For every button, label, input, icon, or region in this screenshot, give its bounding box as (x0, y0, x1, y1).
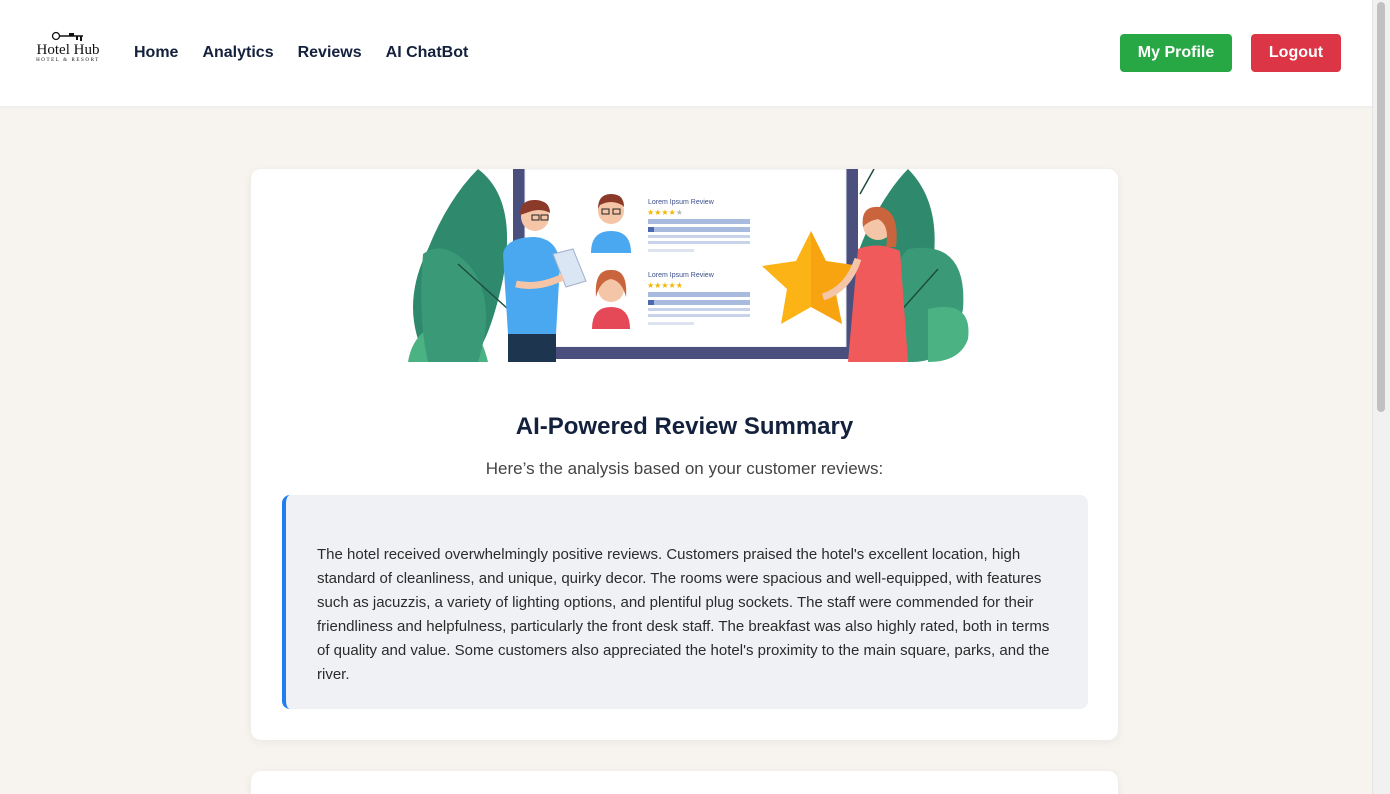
scrollbar-thumb[interactable] (1377, 2, 1385, 412)
summary-subtitle: Here’s the analysis based on your custom… (485, 459, 884, 478)
review-illustration: Lorem Ipsum Review ★★★★★ Lorem Ipsum Rev… (408, 169, 969, 362)
nav-item-analytics[interactable]: Analytics (202, 43, 273, 63)
page-scrollbar[interactable] (1372, 0, 1390, 794)
nav-item-ai-chatbot[interactable]: AI ChatBot (386, 43, 469, 63)
review-summary-card: Lorem Ipsum Review ★★★★★ Lorem Ipsum Rev… (251, 169, 1118, 740)
nav-item-reviews[interactable]: Reviews (298, 43, 362, 63)
top-navbar: Hotel Hub HOTEL & RESORT Home Analytics … (0, 0, 1372, 106)
review-card-2-title: Lorem Ipsum Review (648, 272, 715, 279)
review-card-1-title: Lorem Ipsum Review (648, 199, 715, 206)
summary-title: AI-Powered Review Summary (515, 413, 854, 440)
svg-text:★★★★★: ★★★★★ (647, 208, 683, 217)
nav-item-home[interactable]: Home (134, 43, 178, 63)
key-icon (51, 31, 83, 41)
hotel-hub-logo[interactable]: Hotel Hub HOTEL & RESORT (36, 30, 100, 70)
main-nav: Home Analytics Reviews AI ChatBot (134, 43, 468, 63)
logout-button[interactable]: Logout (1251, 34, 1341, 72)
svg-text:★★★★★: ★★★★★ (647, 281, 683, 290)
next-card (251, 771, 1118, 794)
summary-text: The hotel received overwhelmingly positi… (317, 546, 1050, 683)
logo-name: Hotel Hub (36, 42, 100, 58)
logo-tagline: HOTEL & RESORT (36, 58, 100, 63)
summary-box: The hotel received overwhelmingly positi… (282, 495, 1088, 709)
my-profile-button[interactable]: My Profile (1120, 34, 1232, 72)
